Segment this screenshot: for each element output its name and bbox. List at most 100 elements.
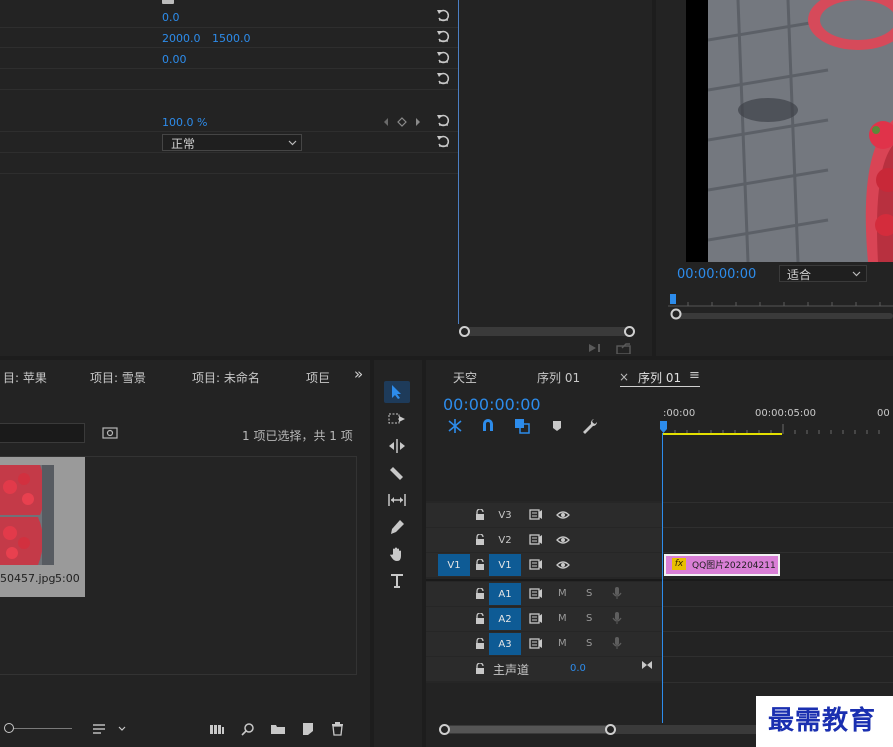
track-label-v2[interactable]: V2 [489,529,521,551]
mic-icon[interactable] [612,586,622,600]
sync-lock-icon[interactable] [529,534,543,545]
effect-playhead[interactable] [458,0,459,324]
sort-icon[interactable] [92,723,126,735]
playhead-marker[interactable] [659,420,668,434]
reset-icon[interactable] [436,134,450,148]
effect-timeline-scrollbar[interactable] [459,327,635,336]
blend-mode-dropdown[interactable]: 正常 [162,134,302,151]
new-bin-icon[interactable] [270,723,286,735]
lock-icon[interactable] [475,534,485,545]
automate-to-sequence-icon[interactable] [209,723,225,735]
zoom-slider-track[interactable] [8,728,72,729]
add-marker-icon[interactable] [552,420,562,432]
keyframe-navigator-icon[interactable] [382,116,422,128]
clip-thumbnail-card[interactable]: 50457.jpg 5:00 [0,457,85,597]
timeline-tab-seq01-a[interactable]: 序列 01 [537,369,580,386]
lock-icon[interactable] [475,638,485,649]
track-label-a2[interactable]: A2 [489,608,521,630]
wrench-icon[interactable] [582,418,598,434]
project-tab-apple[interactable]: 目: 苹果 [3,369,47,386]
search-icon[interactable] [241,722,255,736]
lock-icon[interactable] [475,509,485,520]
solo-button[interactable]: S [586,638,592,649]
sync-lock-icon[interactable] [529,559,543,570]
mute-button[interactable]: M [558,588,567,599]
eye-icon[interactable] [556,560,570,570]
scroll-handle-left[interactable] [439,724,450,735]
fit-dropdown[interactable]: 适合 [779,265,867,282]
nest-icon[interactable] [446,418,464,434]
hand-tool[interactable] [384,543,410,565]
track-label-a1[interactable]: A1 [489,583,521,605]
source-patch-v1[interactable]: V1 [438,554,470,576]
track-select-tool[interactable] [384,408,410,430]
master-volume-value[interactable]: 0.0 [570,663,586,674]
scroll-handle-left[interactable] [459,326,470,337]
program-timecode[interactable]: 00:00:00:00 [677,267,756,282]
linked-selection-icon[interactable] [514,418,530,434]
scroll-handle-right[interactable] [605,724,616,735]
reset-icon[interactable] [436,50,450,64]
play-audio-icon[interactable] [588,342,604,354]
eye-icon[interactable] [556,510,570,520]
program-ruler[interactable] [668,292,893,322]
sync-lock-icon[interactable] [529,509,543,520]
reset-icon[interactable] [436,8,450,22]
rotation-value[interactable]: 0.00 [162,53,187,66]
tabs-overflow-button[interactable]: » [354,365,363,383]
ripple-edit-tool[interactable] [384,435,410,457]
project-tab-more[interactable]: 项巨 [306,369,330,386]
track-label-v3[interactable]: V3 [489,504,521,526]
export-icon[interactable] [616,342,632,354]
project-search-input[interactable] [0,423,85,443]
reset-icon[interactable] [436,71,450,85]
project-tab-untitled[interactable]: 项目: 未命名 [192,369,260,386]
eye-icon[interactable] [556,535,570,545]
find-icon[interactable] [102,426,118,439]
scroll-handle-right[interactable] [624,326,635,337]
track-label-a3[interactable]: A3 [489,633,521,655]
lock-icon[interactable] [475,588,485,599]
lock-icon[interactable] [475,613,485,624]
slip-tool[interactable] [384,489,410,511]
snap-icon[interactable] [481,418,495,432]
sync-lock-icon[interactable] [529,613,543,624]
timeline-tab-sky[interactable]: 天空 [453,369,477,386]
pen-tool[interactable] [384,516,410,538]
razor-tool[interactable] [384,462,410,484]
opacity-value[interactable]: 100.0 % [162,116,207,129]
project-tab-snow[interactable]: 项目: 雪景 [90,369,146,386]
anchor-value[interactable]: 0.0 [162,11,180,24]
mute-button[interactable]: M [558,613,567,624]
timeline-scroll-thumb[interactable] [444,726,610,733]
lock-icon[interactable] [475,559,485,570]
close-tab-icon[interactable]: × [619,370,629,384]
timeline-ruler-ticks[interactable] [663,422,893,438]
sync-lock-icon[interactable] [529,588,543,599]
mute-button[interactable]: M [558,638,567,649]
go-to-end-icon[interactable] [641,660,653,670]
position-x-value[interactable]: 2000.0 [162,32,201,45]
timeline-tab-seq01-active[interactable]: 序列 01 [638,369,681,386]
lock-icon[interactable] [475,663,485,674]
video-clip[interactable]: fx QQ图片202204211 [664,554,780,576]
reset-icon[interactable] [436,113,450,127]
zoom-slider-handle[interactable] [4,723,14,733]
uniform-scale-checkbox[interactable] [162,0,174,4]
timeline-playhead-line[interactable] [662,433,663,723]
reset-icon[interactable] [436,29,450,43]
sync-lock-icon[interactable] [529,638,543,649]
track-label-v1[interactable]: V1 [489,554,521,576]
trash-icon[interactable] [331,722,344,736]
solo-button[interactable]: S [586,613,592,624]
position-y-value[interactable]: 1500.0 [212,32,251,45]
timeline-timecode[interactable]: 00:00:00:00 [443,395,541,414]
new-item-icon[interactable] [301,722,315,736]
mic-icon[interactable] [612,636,622,650]
selection-tool[interactable] [384,381,410,403]
lane-divider [663,682,893,683]
mic-icon[interactable] [612,611,622,625]
type-tool[interactable] [384,570,410,592]
panel-menu-icon[interactable]: ≡ [689,368,700,383]
solo-button[interactable]: S [586,588,592,599]
